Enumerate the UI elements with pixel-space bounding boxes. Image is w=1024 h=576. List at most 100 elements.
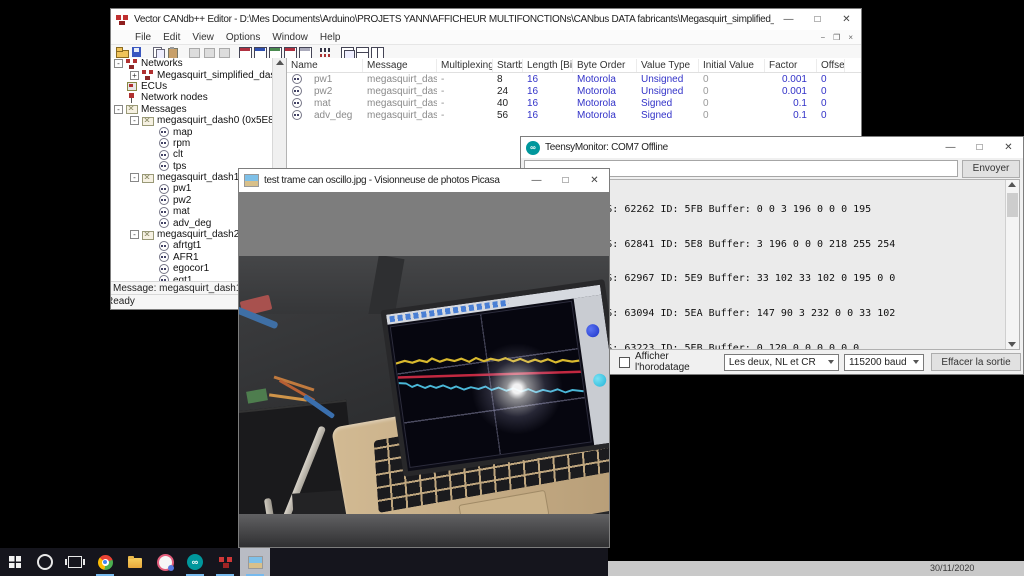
tile-horizontal-icon[interactable]: [355, 46, 370, 59]
taskbar-picasa-active[interactable]: [240, 548, 270, 576]
tree-item-megasquirt-network[interactable]: +Megasquirt_simplified_dash_broad: [111, 69, 286, 80]
tree-item-networks[interactable]: -Networks: [111, 58, 286, 69]
tree-item-messages[interactable]: -Messages: [111, 104, 286, 115]
tree-item-ecus[interactable]: ECUs: [111, 81, 286, 92]
minimize-button[interactable]: —: [936, 137, 965, 158]
timestamp-label: Afficher l'horodatage: [635, 351, 724, 373]
serial-scrollbar[interactable]: [1005, 180, 1019, 349]
open-file-icon[interactable]: [115, 46, 130, 59]
maximize-button[interactable]: □: [551, 169, 580, 192]
windows-logo-icon: [9, 556, 21, 568]
scrollbar-thumb[interactable]: [1007, 193, 1018, 217]
close-button[interactable]: ✕: [580, 169, 609, 192]
tree-item-clt[interactable]: clt: [111, 149, 286, 160]
mdi-window-controls[interactable]: −❒×: [820, 33, 861, 42]
photo-blue-knob: [585, 323, 600, 338]
menu-edit[interactable]: Edit: [157, 32, 186, 43]
dec-hex-toggle-icon[interactable]: [319, 46, 334, 59]
consistency-check-icon[interactable]: [217, 46, 232, 59]
timestamp-checkbox[interactable]: [619, 357, 630, 368]
signal-icon: [291, 110, 307, 120]
chevron-down-icon: [828, 360, 834, 364]
menu-help[interactable]: Help: [314, 32, 347, 43]
ecus-view-icon[interactable]: [268, 46, 283, 59]
table-row[interactable]: adv_degmegasquirt_dash1-5616MotorolaSign…: [287, 109, 861, 121]
taskbar-arduino[interactable]: ∞: [180, 548, 210, 576]
minimize-button[interactable]: —: [522, 169, 551, 192]
message-icon: [142, 116, 154, 126]
signal-icon: [158, 184, 170, 194]
cortana-search-button[interactable]: [30, 548, 60, 576]
taskbar-date[interactable]: 30/11/2020: [930, 563, 974, 573]
picasa-viewer-window: test trame can oscillo.jpg - Visionneuse…: [238, 168, 610, 548]
menu-options[interactable]: Options: [220, 32, 266, 43]
network-icon: [142, 70, 154, 80]
candb-titlebar[interactable]: Vector CANdb++ Editor - D:\Mes Documents…: [111, 9, 861, 30]
paste-icon[interactable]: [166, 46, 181, 59]
taskbar-chrome[interactable]: [90, 548, 120, 576]
signals-view-icon[interactable]: [298, 46, 313, 59]
signal-icon: [158, 207, 170, 217]
signal-icon: [158, 195, 170, 205]
scroll-up-icon[interactable]: [276, 60, 284, 65]
save-icon[interactable]: [130, 46, 145, 59]
signal-icon: [158, 241, 170, 251]
message-icon: [142, 230, 154, 240]
overall-view-icon[interactable]: [238, 46, 253, 59]
table-row[interactable]: pw1megasquirt_dash1-816MotorolaUnsigned0…: [287, 73, 861, 85]
message-icon: [126, 104, 138, 114]
tile-vertical-icon[interactable]: [370, 46, 385, 59]
search-circle-icon: [37, 554, 53, 570]
tree-item-network-nodes[interactable]: Network nodes: [111, 92, 286, 103]
taskbar-file-explorer[interactable]: [120, 548, 150, 576]
photo-car-floor: [239, 514, 609, 547]
picasa-icon: [248, 556, 263, 569]
menu-file[interactable]: File: [129, 32, 157, 43]
cascade-windows-icon[interactable]: [340, 46, 355, 59]
black-window-edge: [608, 548, 1024, 561]
close-button[interactable]: ✕: [832, 9, 861, 30]
close-button[interactable]: ✕: [994, 137, 1023, 158]
delete-object-icon[interactable]: [202, 46, 217, 59]
photo-flash-glare: [464, 335, 571, 442]
signal-icon: [158, 127, 170, 137]
tree-item-megasquirt-dash0[interactable]: -megasquirt_dash0 (0x5E8): [111, 115, 286, 126]
taskbar-vector-candb[interactable]: [210, 548, 240, 576]
maximize-button[interactable]: □: [965, 137, 994, 158]
messages-view-icon[interactable]: [283, 46, 298, 59]
clear-output-button[interactable]: Effacer la sortie: [931, 353, 1021, 371]
tree-item-map[interactable]: map: [111, 126, 286, 137]
menu-view[interactable]: View: [186, 32, 220, 43]
table-row[interactable]: pw2megasquirt_dash1-2416MotorolaUnsigned…: [287, 85, 861, 97]
signal-icon: [291, 98, 307, 108]
desktop: Vector CANdb++ Editor - D:\Mes Documents…: [0, 0, 1024, 576]
maximize-button[interactable]: □: [803, 9, 832, 30]
picasa-titlebar[interactable]: test trame can oscillo.jpg - Visionneuse…: [239, 169, 609, 192]
candb-menubar: File Edit View Options Window Help −❒×: [111, 30, 861, 45]
minimize-button[interactable]: —: [774, 9, 803, 30]
scroll-down-icon[interactable]: [1008, 342, 1016, 347]
scroll-up-icon[interactable]: [1008, 182, 1016, 187]
signal-icon: [158, 138, 170, 148]
task-view-button[interactable]: [60, 548, 90, 576]
copy-icon[interactable]: [151, 46, 166, 59]
table-row[interactable]: matmegasquirt_dash1-4016MotorolaSigned00…: [287, 97, 861, 109]
photo-oscilloscope-app: [386, 285, 609, 472]
baud-rate-select[interactable]: 115200 baud: [844, 354, 924, 371]
table-header[interactable]: NameMessageMultiplexing/...StartbitLengt…: [287, 59, 861, 73]
tree-item-rpm[interactable]: rpm: [111, 138, 286, 149]
folder-icon: [128, 558, 142, 568]
start-button[interactable]: [0, 548, 30, 576]
new-object-icon[interactable]: [187, 46, 202, 59]
menu-window[interactable]: Window: [266, 32, 314, 43]
line-ending-select[interactable]: Les deux, NL et CR: [724, 354, 839, 371]
signal-icon: [158, 252, 170, 262]
photo-canvas: [239, 256, 609, 547]
ecu-icon: [126, 81, 138, 91]
teensy-window-title: TeensyMonitor: COM7 Offline: [545, 142, 936, 153]
taskbar-unknown-app[interactable]: [150, 548, 180, 576]
teensy-titlebar[interactable]: ∞ TeensyMonitor: COM7 Offline — □ ✕: [521, 137, 1023, 158]
networks-view-icon[interactable]: [253, 46, 268, 59]
signal-icon: [291, 86, 307, 96]
send-button[interactable]: Envoyer: [962, 160, 1020, 178]
